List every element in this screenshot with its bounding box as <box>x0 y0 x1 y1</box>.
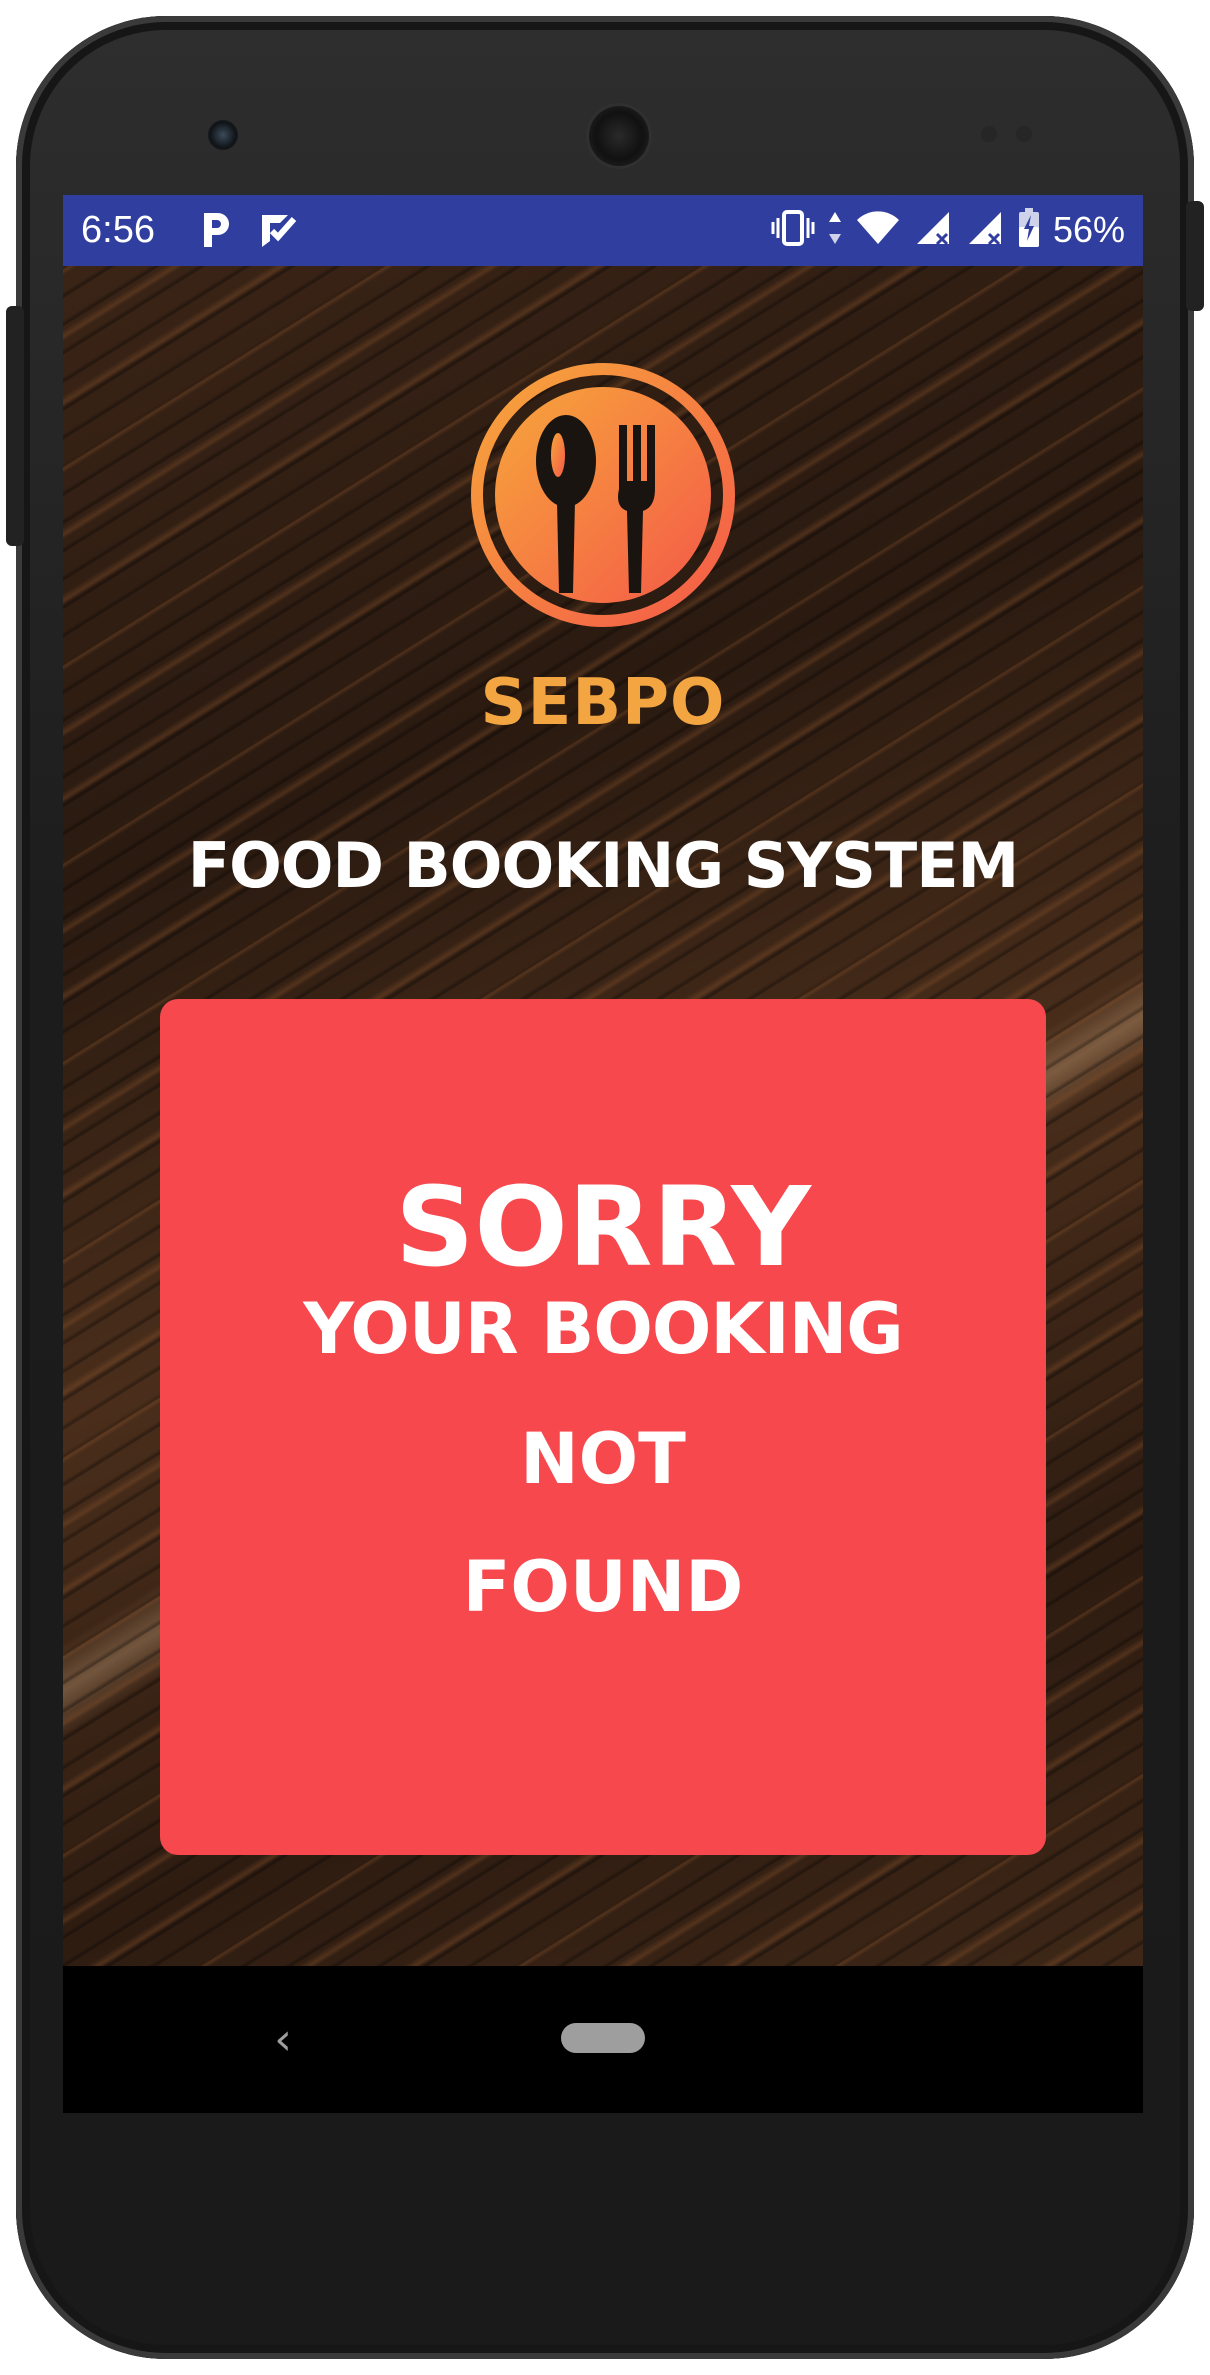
parking-app-icon <box>198 209 234 256</box>
home-pill-icon[interactable] <box>561 2023 645 2053</box>
brand-name: SEBPO <box>480 666 726 740</box>
error-message-line: YOUR BOOKING <box>303 1288 904 1370</box>
signal-icon <box>965 208 1005 253</box>
app-background: SEBPO FOOD BOOKING SYSTEM SORRY YOUR BOO… <box>63 266 1143 1966</box>
battery-percent: 56% <box>1052 209 1125 250</box>
data-arrows-icon <box>827 208 843 253</box>
phone-screen: 6:56 56% SEBPO FOOD BOOKING SYSTEM SORRY… <box>63 195 1143 2113</box>
light-sensor-icon <box>1016 126 1032 142</box>
status-bar: 6:56 56% <box>63 195 1143 266</box>
proximity-sensor-icon <box>981 126 997 142</box>
power-button <box>1186 201 1204 311</box>
status-left-icons <box>198 209 298 256</box>
earpiece-speaker-icon <box>589 106 649 166</box>
task-check-icon <box>258 209 298 256</box>
error-message-line: NOT <box>520 1418 686 1500</box>
navigation-bar: ‹ <box>63 1966 1143 2113</box>
volume-button <box>6 306 24 546</box>
battery-icon <box>1017 207 1041 254</box>
status-right-icons: 56% <box>771 205 1125 255</box>
status-time: 6:56 <box>81 209 155 251</box>
front-camera-icon <box>208 120 238 150</box>
error-message-line: FOUND <box>462 1546 744 1628</box>
spoon-fork-icon <box>469 361 737 629</box>
back-icon[interactable]: ‹ <box>253 2010 313 2070</box>
vibrate-icon <box>771 208 815 253</box>
page-subtitle: FOOD BOOKING SYSTEM <box>187 829 1020 902</box>
wifi-icon <box>855 208 901 253</box>
booking-error-card: SORRY YOUR BOOKING NOT FOUND <box>160 999 1046 1855</box>
signal-icon <box>913 208 953 253</box>
error-title: SORRY <box>395 1163 811 1291</box>
